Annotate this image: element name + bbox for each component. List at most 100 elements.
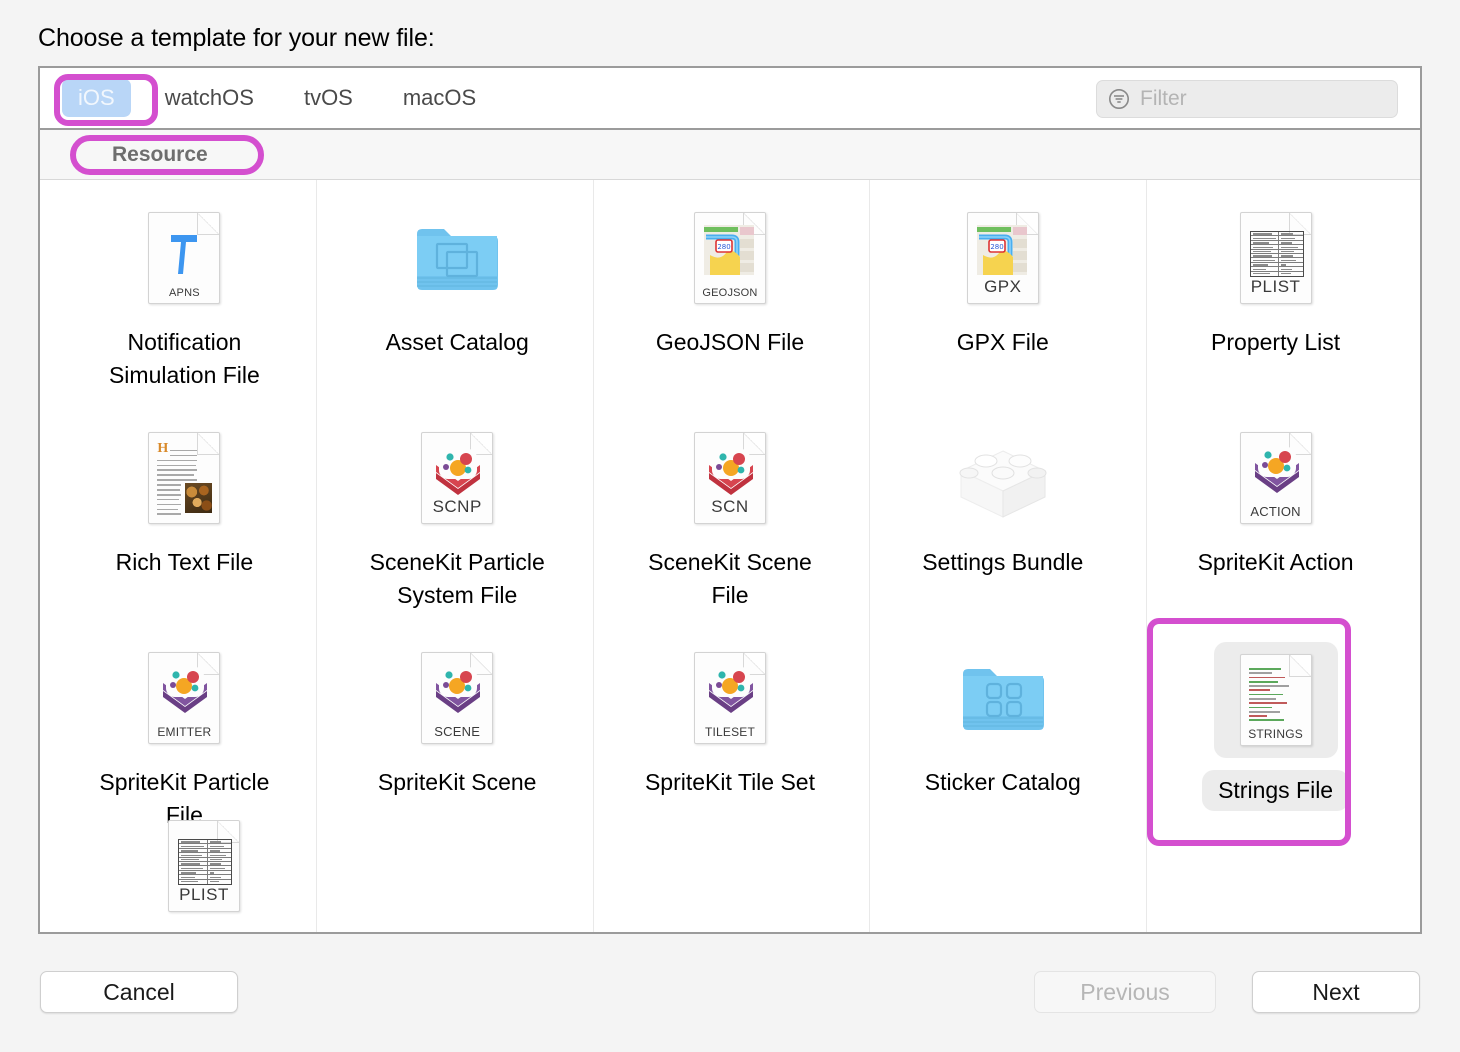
filter-icon bbox=[1109, 89, 1129, 109]
icon-container: APNS bbox=[120, 202, 248, 314]
icon-badge: PLIST bbox=[1250, 277, 1301, 296]
template-item-rich-text-file[interactable]: H Rich Text File bbox=[48, 410, 321, 630]
tab-watchos[interactable]: watchOS bbox=[149, 79, 270, 117]
icon-container bbox=[939, 422, 1067, 534]
svg-text:280: 280 bbox=[717, 243, 730, 251]
template-item-settings-bundle[interactable]: Settings Bundle bbox=[866, 410, 1139, 630]
icon-container: H bbox=[120, 422, 248, 534]
icon-container bbox=[393, 202, 521, 314]
icon-badge: SCENE bbox=[434, 724, 481, 739]
svg-text:280: 280 bbox=[990, 243, 1003, 251]
template-label: Asset Catalog bbox=[385, 329, 529, 355]
template-item-spritekit-action[interactable]: ACTION SpriteKit Action bbox=[1139, 410, 1412, 630]
icon-container: EMITTER bbox=[120, 642, 248, 754]
template-label: Rich Text File bbox=[115, 549, 254, 575]
apns-file-icon: APNS bbox=[148, 212, 221, 304]
template-item-spritekit-tile-set[interactable]: TILESET SpriteKit Tile Set bbox=[594, 630, 867, 850]
plist-file-icon: PLIST bbox=[1239, 212, 1312, 304]
scenekit-cube-glyph bbox=[708, 449, 753, 495]
template-label: SceneKit Scene File bbox=[648, 549, 812, 609]
icon-container bbox=[939, 642, 1067, 754]
template-item-sticker-catalog[interactable]: Sticker Catalog bbox=[866, 630, 1139, 850]
icon-badge: PLIST bbox=[179, 885, 229, 904]
spritekit-action-file-icon: ACTION bbox=[1239, 432, 1312, 524]
icon-badge: SCN bbox=[711, 497, 749, 516]
highlight-ring-section-resource bbox=[70, 135, 264, 175]
hammer-glyph bbox=[171, 235, 198, 274]
spritekit-cube-glyph bbox=[708, 667, 753, 713]
spritekit-cube-glyph bbox=[163, 667, 208, 713]
filter-placeholder: Filter bbox=[1140, 87, 1187, 110]
template-item-asset-catalog[interactable]: Asset Catalog bbox=[321, 190, 594, 410]
icon-badge: APNS bbox=[169, 287, 200, 299]
template-item-notification-simulation-file[interactable]: APNS Notification Simulation File bbox=[48, 190, 321, 410]
tab-macos[interactable]: macOS bbox=[387, 79, 492, 117]
template-chooser-panel: iOS watchOS tvOS macOS Filter Resource A… bbox=[38, 66, 1422, 934]
spritekit-scene-file-icon: SCENE bbox=[421, 652, 494, 744]
scenekit-cube-glyph bbox=[436, 449, 481, 495]
icon-container: SCN bbox=[666, 422, 794, 534]
icon-badge: SCNP bbox=[432, 497, 482, 516]
template-item-strings-file[interactable]: STRINGS Strings File bbox=[1139, 618, 1412, 850]
icon-container: PLIST bbox=[1212, 202, 1340, 314]
template-item-spritekit-scene[interactable]: SCENE SpriteKit Scene bbox=[321, 630, 594, 850]
template-grid-area: APNS Notification Simulation File Asset … bbox=[40, 180, 1420, 932]
template-label: GPX File bbox=[956, 329, 1049, 355]
spritekit-tileset-file-icon: TILESET bbox=[693, 652, 766, 744]
template-item-scenekit-particle-system-file[interactable]: SCNP SceneKit Particle System File bbox=[321, 410, 594, 630]
icon-container: 280 GPX bbox=[939, 202, 1067, 314]
template-label: Strings File bbox=[1202, 770, 1350, 812]
sticker-catalog-folder-icon bbox=[962, 669, 1044, 730]
template-item-property-list[interactable]: PLIST Property List bbox=[1139, 190, 1412, 410]
icon-badge: STRINGS bbox=[1248, 727, 1303, 741]
template-item-geojson-file[interactable]: 280 GEOJSON GeoJSON File bbox=[594, 190, 867, 410]
icon-badge: ACTION bbox=[1250, 504, 1301, 519]
plist-file-icon-partial: PLIST bbox=[168, 820, 240, 912]
previous-button[interactable]: Previous bbox=[1034, 971, 1216, 1013]
filter-input[interactable]: Filter bbox=[1096, 80, 1398, 118]
cancel-button[interactable]: Cancel bbox=[40, 971, 238, 1013]
section-header-resource: Resource bbox=[40, 130, 1420, 180]
template-label: Sticker Catalog bbox=[924, 769, 1081, 795]
code-lines bbox=[1248, 668, 1295, 724]
icon-container: STRINGS bbox=[1213, 642, 1338, 758]
template-item-scenekit-scene-file[interactable]: SCN SceneKit Scene File bbox=[594, 410, 867, 630]
plist-table-thumbnail bbox=[178, 839, 232, 885]
scenekit-scene-file-icon: SCN bbox=[693, 432, 766, 524]
geojson-file-icon: 280 GEOJSON bbox=[693, 212, 766, 304]
rich-text-file-icon: H bbox=[148, 432, 221, 524]
strings-file-icon: STRINGS bbox=[1239, 654, 1312, 746]
next-button[interactable]: Next bbox=[1252, 971, 1420, 1013]
scenekit-particle-file-icon: SCNP bbox=[421, 432, 494, 524]
plist-table-thumbnail bbox=[1249, 231, 1304, 277]
icon-badge: TILESET bbox=[704, 725, 756, 739]
template-label: SpriteKit Action bbox=[1197, 549, 1354, 575]
spritekit-cube-glyph bbox=[1254, 447, 1299, 493]
template-label: SceneKit Particle System File bbox=[369, 549, 545, 609]
template-label: GeoJSON File bbox=[655, 329, 805, 355]
spritekit-cube-glyph bbox=[436, 667, 481, 713]
template-label: SpriteKit Tile Set bbox=[644, 769, 815, 795]
map-thumbnail: 280 bbox=[976, 225, 1027, 275]
icon-badge: GEOJSON bbox=[702, 287, 758, 299]
photo-thumbnail bbox=[185, 483, 213, 513]
highlight-ring-tab-ios bbox=[54, 74, 158, 126]
icon-badge: EMITTER bbox=[157, 725, 212, 739]
map-thumbnail: 280 bbox=[703, 225, 754, 275]
spritekit-particle-file-icon: EMITTER bbox=[148, 652, 221, 744]
page-title: Choose a template for your new file: bbox=[38, 24, 435, 52]
tab-tvos[interactable]: tvOS bbox=[288, 79, 369, 117]
template-item-spritekit-particle-file[interactable]: EMITTER SpriteKit Particle File bbox=[48, 630, 321, 850]
icon-container: 280 GEOJSON bbox=[666, 202, 794, 314]
template-item-partial-clipped[interactable]: PLIST bbox=[140, 820, 290, 930]
template-label: SpriteKit Scene bbox=[377, 769, 537, 795]
platform-tabbar: iOS watchOS tvOS macOS Filter bbox=[40, 68, 1420, 130]
template-grid: APNS Notification Simulation File Asset … bbox=[40, 180, 1420, 850]
template-item-gpx-file[interactable]: 280 GPX GPX File bbox=[866, 190, 1139, 410]
icon-container: ACTION bbox=[1212, 422, 1340, 534]
template-label: Settings Bundle bbox=[922, 549, 1084, 575]
template-label: Notification Simulation File bbox=[108, 329, 260, 389]
gpx-file-icon: 280 GPX bbox=[966, 212, 1039, 304]
icon-container: SCENE bbox=[393, 642, 521, 754]
icon-container: TILESET bbox=[666, 642, 794, 754]
